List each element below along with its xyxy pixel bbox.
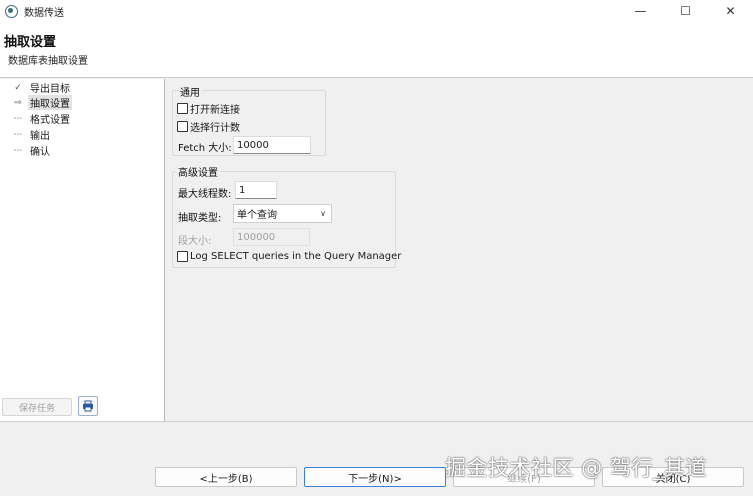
general-group-title: 通用 bbox=[178, 84, 202, 99]
step-format-settings[interactable]: ⋯ 格式设置 bbox=[11, 111, 72, 127]
wizard-header: 抽取设置 数据库表抽取设置 bbox=[0, 22, 753, 78]
save-task-button[interactable]: 保存任务 bbox=[2, 398, 72, 416]
page-title: 抽取设置 bbox=[4, 35, 57, 50]
step-label: 输出 bbox=[30, 131, 50, 142]
step-label: 确认 bbox=[30, 147, 50, 158]
close-window-button[interactable]: ✕ bbox=[708, 0, 753, 22]
max-threads-label: 最大线程数: bbox=[178, 189, 232, 200]
checkmark-icon: ✓ bbox=[14, 82, 22, 93]
segment-size-input: 100000 bbox=[233, 228, 310, 246]
checkbox-box[interactable] bbox=[177, 251, 188, 262]
fetch-size-input[interactable]: 10000 bbox=[233, 136, 311, 154]
checkbox-box[interactable] bbox=[177, 103, 188, 114]
minimize-button[interactable]: — bbox=[618, 0, 663, 22]
printer-icon bbox=[83, 400, 93, 412]
window-title: 数据传送 bbox=[24, 7, 64, 19]
step-label: 导出目标 bbox=[30, 84, 70, 95]
checkbox-label: 选择行计数 bbox=[190, 123, 240, 134]
step-export-target[interactable]: ✓ 导出目标 bbox=[11, 80, 72, 96]
advanced-group-title: 高级设置 bbox=[176, 164, 220, 179]
segment-size-label: 段大小: bbox=[178, 236, 212, 247]
step-confirm[interactable]: ⋯ 确认 bbox=[11, 143, 52, 159]
back-button[interactable]: <上一步(B) bbox=[155, 467, 297, 487]
print-button[interactable] bbox=[78, 396, 98, 416]
steps-pane: ✓ 导出目标 ⇨ 抽取设置 ⋯ 格式设置 ⋯ 输出 ⋯ 确认 bbox=[0, 79, 165, 421]
fetch-size-label: Fetch 大小: bbox=[178, 143, 232, 154]
maximize-button[interactable]: ☐ bbox=[663, 0, 708, 22]
chevron-down-icon: ∨ bbox=[320, 209, 326, 218]
watermark-text: 掘金技术社区 @ 驾行_其道 bbox=[445, 456, 707, 480]
open-new-connection-checkbox[interactable]: 打开新连接 bbox=[177, 101, 240, 116]
extract-type-value: 单个查询 bbox=[237, 210, 277, 221]
select-row-count-checkbox[interactable]: 选择行计数 bbox=[177, 119, 240, 134]
title-bar: 数据传送 — ☐ ✕ bbox=[0, 0, 753, 22]
step-label: 格式设置 bbox=[30, 115, 70, 126]
checkbox-label: Log SELECT queries in the Query Manager bbox=[190, 251, 402, 262]
next-button[interactable]: 下一步(N)> bbox=[304, 467, 446, 487]
ellipsis-icon: ⋯ bbox=[13, 145, 23, 156]
max-threads-input[interactable]: 1 bbox=[235, 181, 277, 199]
ellipsis-icon: ⋯ bbox=[13, 113, 23, 124]
step-output[interactable]: ⋯ 输出 bbox=[11, 127, 52, 143]
extract-type-select[interactable]: 单个查询 ∨ bbox=[233, 204, 332, 223]
log-select-queries-checkbox[interactable]: Log SELECT queries in the Query Manager bbox=[177, 251, 401, 262]
app-icon bbox=[5, 4, 18, 18]
ellipsis-icon: ⋯ bbox=[13, 129, 23, 140]
page-subtitle: 数据库表抽取设置 bbox=[8, 56, 88, 67]
window-controls: — ☐ ✕ bbox=[618, 0, 753, 22]
checkbox-box[interactable] bbox=[177, 121, 188, 132]
step-extract-settings[interactable]: ⇨ 抽取设置 bbox=[11, 95, 72, 110]
arrow-right-icon: ⇨ bbox=[14, 97, 22, 108]
step-label: 抽取设置 bbox=[28, 95, 72, 110]
extract-type-label: 抽取类型: bbox=[178, 213, 222, 224]
checkbox-label: 打开新连接 bbox=[190, 105, 240, 116]
